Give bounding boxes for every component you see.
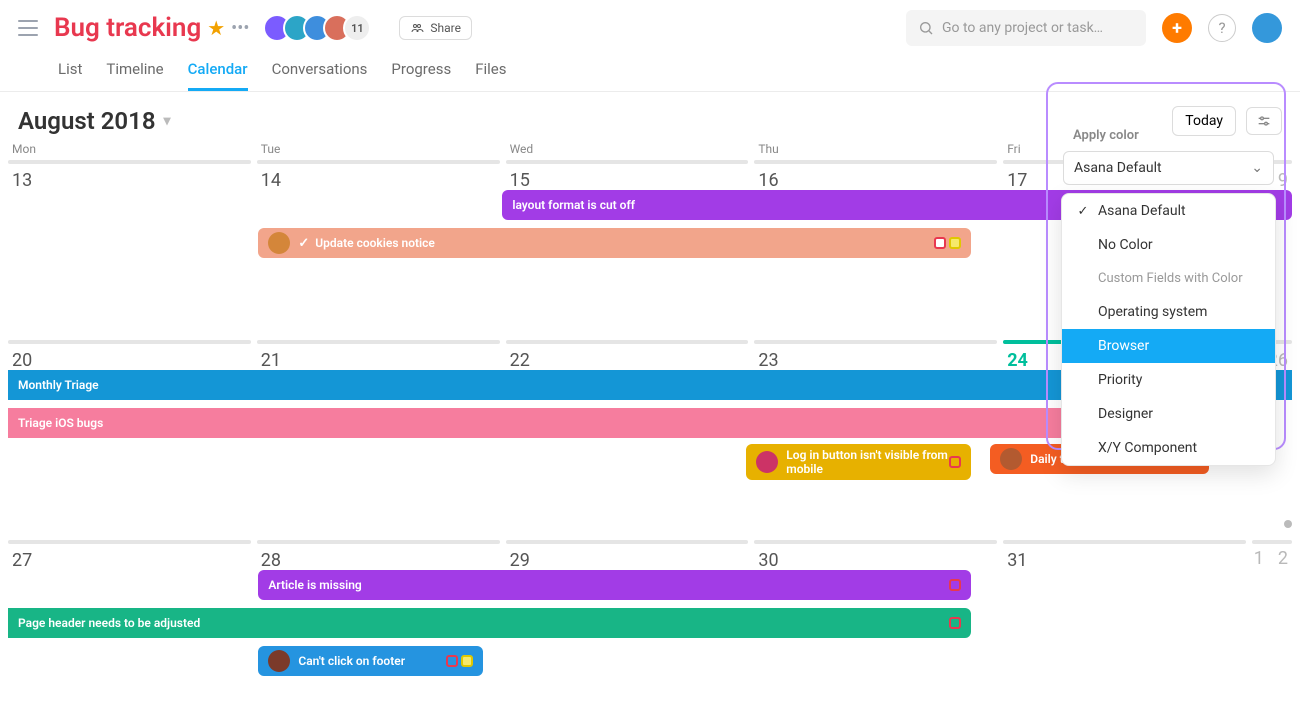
people-icon xyxy=(410,22,424,34)
field-chip xyxy=(949,579,961,591)
search-icon xyxy=(918,20,934,36)
topbar-right: Go to any project or task… + ? xyxy=(906,10,1282,46)
date-cell-weekend[interactable]: 1 2 xyxy=(1252,548,1292,573)
project-members[interactable]: 11 xyxy=(271,14,371,42)
task-title: Article is missing xyxy=(268,578,361,592)
assignee-avatar xyxy=(268,232,290,254)
completed-check-icon: ✓ xyxy=(298,236,309,251)
task-bar[interactable]: Article is missing xyxy=(258,570,971,600)
project-tabs: List Timeline Calendar Conversations Pro… xyxy=(0,46,1300,92)
option-label: X/Y Component xyxy=(1098,440,1197,456)
color-dropdown: ✓ Asana Default No Color Custom Fields wi… xyxy=(1061,193,1276,466)
date-cell[interactable]: 27 xyxy=(8,548,251,573)
member-overflow-count[interactable]: 11 xyxy=(343,14,371,42)
color-select[interactable]: Asana Default ⌄ xyxy=(1063,151,1274,185)
share-label: Share xyxy=(430,21,461,35)
tab-progress[interactable]: Progress xyxy=(391,60,451,91)
current-month: August 2018 xyxy=(18,107,156,135)
search-placeholder: Go to any project or task… xyxy=(942,20,1103,36)
dow-wed: Wed xyxy=(506,142,749,160)
task-title: Monthly Triage xyxy=(18,378,99,392)
assignee-avatar xyxy=(756,451,778,473)
tab-calendar[interactable]: Calendar xyxy=(188,60,248,91)
tab-timeline[interactable]: Timeline xyxy=(106,60,163,91)
favorite-star-icon[interactable]: ★ xyxy=(207,16,225,40)
color-option-none[interactable]: No Color xyxy=(1062,228,1275,262)
assignee-avatar xyxy=(268,650,290,672)
color-option-browser[interactable]: Browser xyxy=(1062,329,1275,363)
color-settings-popover: Apply color Asana Default ⌄ ✓ Asana Defau… xyxy=(1061,124,1276,466)
tab-files[interactable]: Files xyxy=(475,60,506,91)
color-option-designer[interactable]: Designer xyxy=(1062,397,1275,431)
dropdown-section-label: Custom Fields with Color xyxy=(1062,262,1275,295)
field-chip xyxy=(461,655,473,667)
task-bar[interactable]: Log in button isn't visible from mobile xyxy=(746,444,971,480)
project-title[interactable]: Bug tracking xyxy=(54,13,201,43)
week-row: 27 28 29 30 31 1 2 Article is missing Pa… xyxy=(0,540,1300,720)
option-label: Operating system xyxy=(1098,304,1207,320)
task-bar[interactable]: ✓ Update cookies notice xyxy=(258,228,971,258)
color-option-default[interactable]: ✓ Asana Default xyxy=(1062,194,1275,228)
tab-list[interactable]: List xyxy=(58,60,82,91)
color-select-value: Asana Default xyxy=(1074,160,1162,176)
topbar-left: Bug tracking ★ ••• 11 Share xyxy=(16,13,472,43)
hamburger-menu-icon[interactable] xyxy=(16,16,40,40)
field-chip xyxy=(949,456,961,468)
project-title-block: Bug tracking ★ ••• xyxy=(54,13,249,43)
task-bar[interactable]: Can't click on footer xyxy=(258,646,483,676)
check-icon: ✓ xyxy=(1076,204,1090,219)
color-option-priority[interactable]: Priority xyxy=(1062,363,1275,397)
more-indicator-dot[interactable] xyxy=(1284,520,1292,528)
task-title: Can't click on footer xyxy=(298,654,405,668)
date-cell[interactable]: 13 xyxy=(8,168,251,193)
field-chip xyxy=(446,655,458,667)
task-title: Page header needs to be adjusted xyxy=(18,616,200,630)
date-cell[interactable]: 31 xyxy=(1003,548,1246,573)
color-option-os[interactable]: Operating system xyxy=(1062,295,1275,329)
dow-mon: Mon xyxy=(8,142,251,160)
task-title: layout format is cut off xyxy=(512,198,635,212)
month-picker[interactable]: August 2018 ▾ xyxy=(18,107,171,135)
assignee-avatar xyxy=(1000,448,1022,470)
section-label: Custom Fields with Color xyxy=(1098,271,1243,286)
apply-color-label: Apply color xyxy=(1073,128,1276,143)
global-search[interactable]: Go to any project or task… xyxy=(906,10,1146,46)
project-actions-icon[interactable]: ••• xyxy=(231,18,249,39)
chevron-down-icon: ▾ xyxy=(164,113,171,129)
task-title: Log in button isn't visible from mobile xyxy=(786,448,949,477)
date-sat: 1 xyxy=(1254,548,1264,573)
help-button[interactable]: ? xyxy=(1208,14,1236,42)
share-button[interactable]: Share xyxy=(399,16,472,40)
date-sun: 2 xyxy=(1278,548,1288,573)
dow-tue: Tue xyxy=(257,142,500,160)
date-cell[interactable]: 14 xyxy=(257,168,500,193)
option-label: Designer xyxy=(1098,406,1153,422)
color-option-xy[interactable]: X/Y Component xyxy=(1062,431,1275,465)
chevron-down-icon: ⌄ xyxy=(1251,160,1263,176)
option-label: Priority xyxy=(1098,372,1142,388)
option-label: Asana Default xyxy=(1098,203,1186,219)
field-chip xyxy=(949,617,961,629)
quick-add-button[interactable]: + xyxy=(1162,13,1192,43)
field-chip xyxy=(934,237,946,249)
task-bar[interactable]: Triage iOS bugs xyxy=(8,408,1209,438)
topbar: Bug tracking ★ ••• 11 Share Go to any pr… xyxy=(0,0,1300,46)
tab-conversations[interactable]: Conversations xyxy=(272,60,368,91)
field-chip xyxy=(949,237,961,249)
task-title: Triage iOS bugs xyxy=(18,416,103,430)
task-bar[interactable]: Page header needs to be adjusted xyxy=(8,608,971,638)
current-user-avatar[interactable] xyxy=(1252,13,1282,43)
task-title: Update cookies notice xyxy=(315,236,435,250)
dow-thu: Thu xyxy=(754,142,997,160)
option-label: No Color xyxy=(1098,237,1153,253)
option-label: Browser xyxy=(1098,338,1149,354)
